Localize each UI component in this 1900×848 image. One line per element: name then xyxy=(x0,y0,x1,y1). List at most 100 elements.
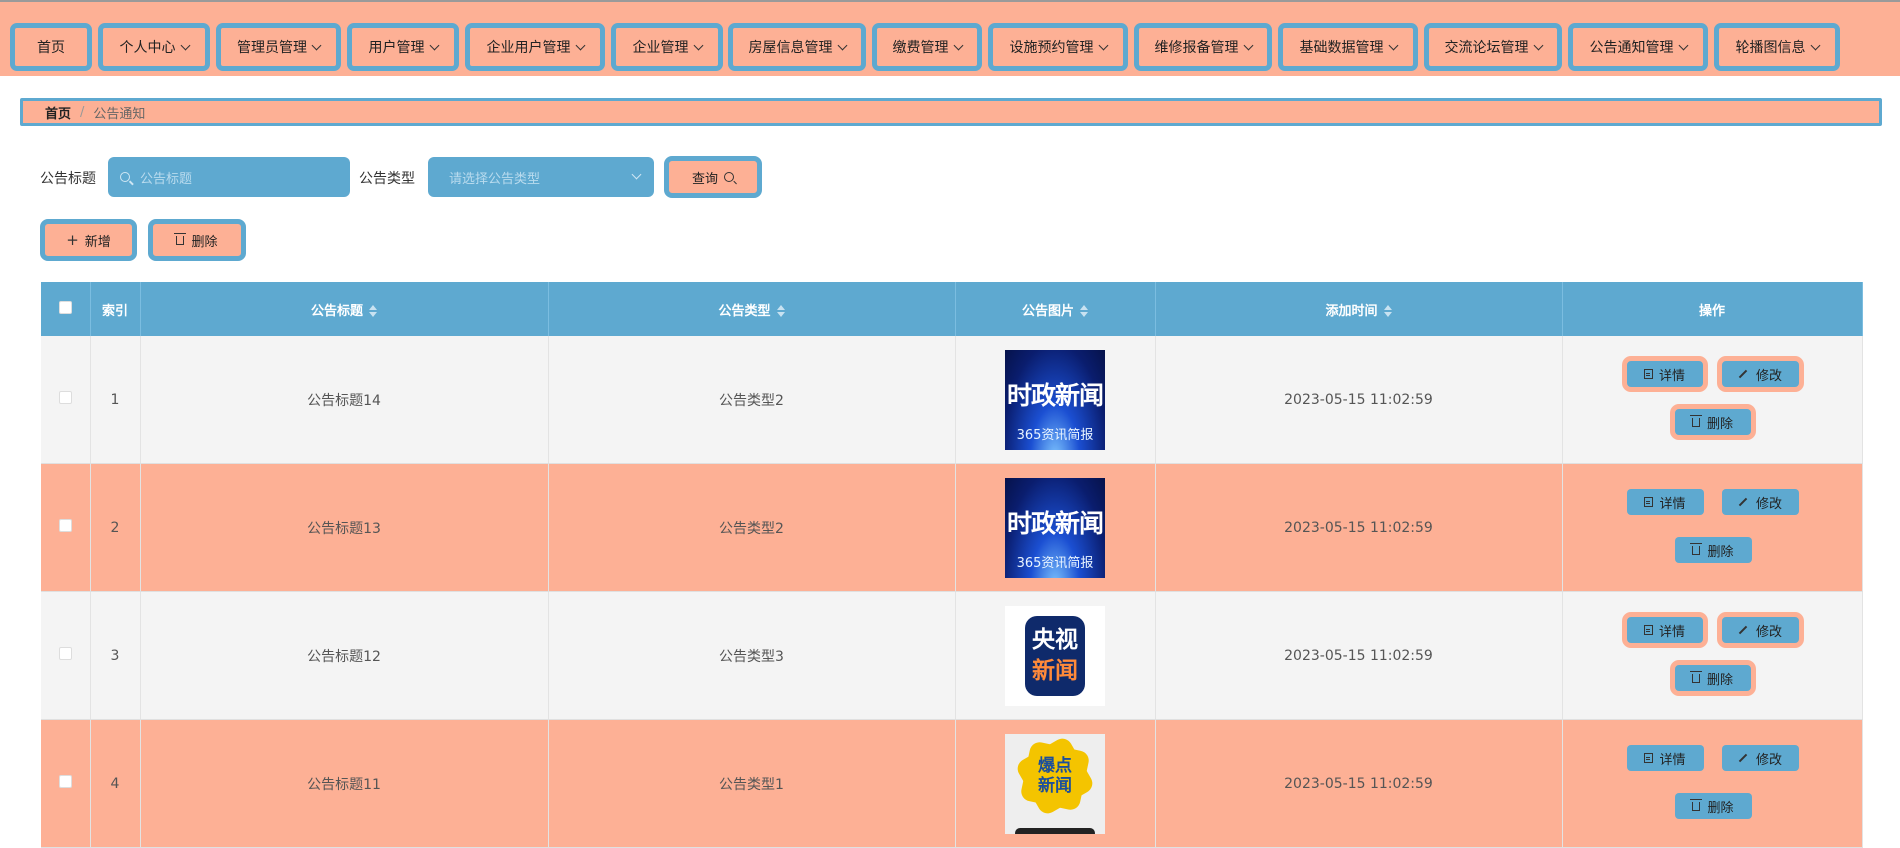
detail-button[interactable]: 详情 xyxy=(1621,612,1708,648)
row-checkbox[interactable] xyxy=(58,519,72,532)
nav-item-label: 基础数据管理 xyxy=(1299,40,1384,56)
nav-item-admin-management[interactable]: 管理员管理 xyxy=(216,23,341,71)
image-headline: 爆点 xyxy=(1038,755,1072,776)
trash-icon xyxy=(1690,798,1703,811)
chevron-down-icon xyxy=(1533,40,1543,50)
time-header-label: 添加时间 xyxy=(1325,303,1378,319)
query-button[interactable]: 查询 xyxy=(664,156,762,198)
sort-icon[interactable] xyxy=(1383,305,1392,317)
detail-label: 详情 xyxy=(1659,496,1686,512)
row-time: 2023-05-15 11:02:59 xyxy=(1155,591,1563,720)
announcement-image[interactable]: 央视 新闻 xyxy=(1005,605,1105,706)
row-type: 公告类型3 xyxy=(548,591,956,720)
chevron-down-icon xyxy=(429,40,439,50)
breadcrumb-home[interactable]: 首页 xyxy=(45,103,71,122)
edit-button[interactable]: 修改 xyxy=(1721,745,1799,771)
detail-label: 详情 xyxy=(1658,624,1685,640)
type-header[interactable]: 公告类型 xyxy=(548,282,956,336)
edit-button[interactable]: 修改 xyxy=(1716,612,1804,648)
chevron-down-icon xyxy=(1243,40,1253,50)
nav-item-basic-data-management[interactable]: 基础数据管理 xyxy=(1278,23,1418,71)
sort-icon[interactable] xyxy=(1080,305,1088,317)
image-header[interactable]: 公告图片 xyxy=(955,282,1156,336)
nav-item-label: 设施预约管理 xyxy=(1009,40,1094,56)
title-search-placeholder: 公告标题 xyxy=(140,171,193,187)
chevron-down-icon xyxy=(180,40,190,50)
row-checkbox[interactable] xyxy=(58,775,72,788)
nav-item-user-management[interactable]: 用户管理 xyxy=(347,23,459,71)
pencil-icon xyxy=(1738,369,1748,379)
chevron-down-icon xyxy=(1678,40,1688,50)
row-checkbox[interactable] xyxy=(58,647,72,660)
nav-item-forum-management[interactable]: 交流论坛管理 xyxy=(1424,23,1562,71)
announcement-image[interactable]: 爆点 新闻 xyxy=(1005,733,1105,834)
document-icon xyxy=(1644,753,1654,763)
edit-label: 修改 xyxy=(1755,368,1782,384)
time-header[interactable]: 添加时间 xyxy=(1155,282,1563,336)
row-checkbox[interactable] xyxy=(58,391,72,404)
table-row: 2 公告标题13 公告类型2 时政新闻 365资讯简报 2023-05-15 1… xyxy=(41,463,1863,592)
announcement-image[interactable]: 时政新闻 365资讯简报 xyxy=(1005,477,1105,578)
edit-label: 修改 xyxy=(1755,752,1782,768)
document-icon xyxy=(1643,369,1653,379)
trash-icon xyxy=(1689,414,1702,427)
row-image-cell: 爆点 新闻 xyxy=(955,719,1156,848)
nav-item-enterprise-management[interactable]: 企业管理 xyxy=(611,23,723,71)
detail-button[interactable]: 详情 xyxy=(1621,356,1708,392)
trash-icon xyxy=(1689,670,1702,683)
nav-item-repair-report-management[interactable]: 维修报备管理 xyxy=(1134,23,1272,71)
image-headline: 时政新闻 xyxy=(1006,380,1104,410)
batch-delete-button-label: 删除 xyxy=(191,234,218,250)
nav-item-carousel-info[interactable]: 轮播图信息 xyxy=(1714,23,1840,71)
chevron-down-icon xyxy=(1388,40,1398,50)
nav-item-label: 企业用户管理 xyxy=(486,40,571,56)
add-button[interactable]: + 新增 xyxy=(40,219,137,261)
delete-button[interactable]: 删除 xyxy=(1669,404,1756,440)
image-subline: 新闻 xyxy=(1038,775,1072,796)
select-all-checkbox[interactable] xyxy=(58,300,72,314)
nav-item-personal-center[interactable]: 个人中心 xyxy=(98,23,210,71)
delete-button[interactable]: 删除 xyxy=(1674,537,1752,563)
announcement-image[interactable]: 时政新闻 365资讯简报 xyxy=(1005,349,1105,450)
nav-item-home[interactable]: 首页 xyxy=(10,23,92,71)
nav-item-label: 交流论坛管理 xyxy=(1444,40,1529,56)
type-select[interactable]: 请选择公告类型 xyxy=(428,157,654,197)
cctv-news-logo: 央视 新闻 xyxy=(1025,615,1085,696)
nav-item-label: 用户管理 xyxy=(368,40,425,56)
nav-item-facility-booking-management[interactable]: 设施预约管理 xyxy=(988,23,1128,71)
title-header[interactable]: 公告标题 xyxy=(140,282,549,336)
chevron-down-icon xyxy=(837,40,847,50)
detail-button[interactable]: 详情 xyxy=(1626,489,1704,515)
row-checkbox-cell xyxy=(41,336,91,464)
nav-item-house-info-management[interactable]: 房屋信息管理 xyxy=(728,23,866,71)
edit-button[interactable]: 修改 xyxy=(1721,489,1799,515)
title-search-input[interactable]: 公告标题 xyxy=(108,157,350,197)
delete-button[interactable]: 删除 xyxy=(1669,660,1756,696)
chevron-down-icon xyxy=(631,169,642,180)
nav-item-label: 维修报备管理 xyxy=(1154,40,1239,56)
image-subline: 新闻 xyxy=(1032,657,1078,684)
detail-button[interactable]: 详情 xyxy=(1626,745,1704,771)
batch-delete-button[interactable]: 删除 xyxy=(148,219,246,261)
nav-item-label: 首页 xyxy=(37,40,65,56)
burst-news-text: 爆点 新闻 xyxy=(1005,756,1105,796)
search-icon xyxy=(724,172,734,182)
add-button-label: 新增 xyxy=(84,234,111,250)
nav-item-enterprise-user-management[interactable]: 企业用户管理 xyxy=(465,23,605,71)
sort-icon[interactable] xyxy=(776,305,785,317)
nav-item-announcement-management[interactable]: 公告通知管理 xyxy=(1568,23,1708,71)
sort-icon[interactable] xyxy=(369,305,377,317)
row-time: 2023-05-15 11:02:59 xyxy=(1155,719,1563,848)
nav-item-payment-management[interactable]: 缴费管理 xyxy=(872,23,982,71)
edit-button[interactable]: 修改 xyxy=(1716,356,1804,392)
row-ops-cell: 详情 修改 删除 xyxy=(1562,591,1863,720)
nav-item-label: 缴费管理 xyxy=(892,40,949,56)
breadcrumb-current: 公告通知 xyxy=(93,106,146,122)
delete-button[interactable]: 删除 xyxy=(1674,793,1752,819)
row-index: 2 xyxy=(90,463,141,592)
row-ops-cell: 详情 修改 删除 xyxy=(1562,336,1863,464)
delete-label: 删除 xyxy=(1707,800,1734,816)
row-index: 3 xyxy=(90,591,141,720)
edit-label: 修改 xyxy=(1755,496,1782,512)
trash-icon xyxy=(1690,542,1703,555)
